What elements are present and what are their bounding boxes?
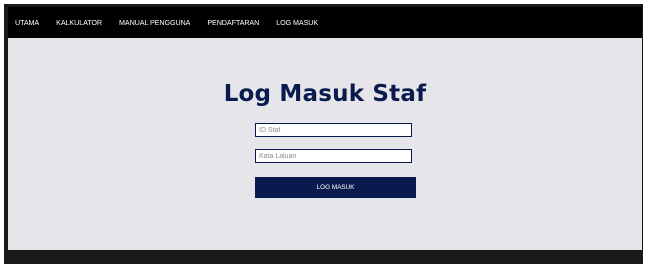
nav-item-pendaftaran[interactable]: PENDAFTARAN — [207, 18, 259, 27]
page-title: Log Masuk Staf — [223, 81, 427, 107]
nav-item-kalkulator[interactable]: KALKULATOR — [56, 18, 102, 27]
main-content: Log Masuk Staf LOG MASUK — [8, 38, 642, 250]
password-input[interactable] — [255, 149, 412, 163]
top-navigation: UTAMA KALKULATOR MANUAL PENGGUNA PENDAFT… — [8, 7, 642, 38]
staff-id-input[interactable] — [255, 123, 412, 137]
nav-item-utama[interactable]: UTAMA — [15, 18, 39, 27]
nav-item-log-masuk[interactable]: LOG MASUK — [276, 18, 318, 27]
login-button[interactable]: LOG MASUK — [255, 177, 416, 198]
nav-item-manual-pengguna[interactable]: MANUAL PENGGUNA — [119, 18, 190, 27]
bottom-border — [4, 250, 643, 264]
